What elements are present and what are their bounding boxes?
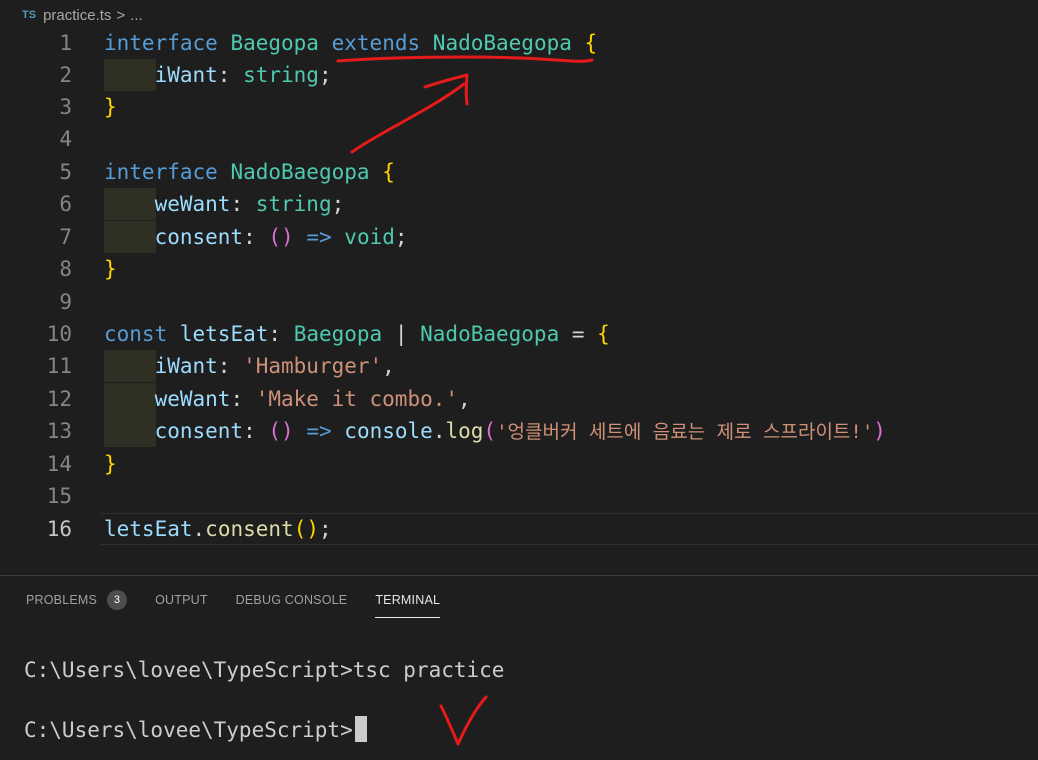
code-line[interactable]: 10 const letsEat: Baegopa | NadoBaegopa … bbox=[0, 318, 1038, 350]
code-line[interactable]: 8 } bbox=[0, 253, 1038, 285]
code-line[interactable]: 1 interface Baegopa extends NadoBaegopa … bbox=[0, 27, 1038, 59]
tab-problems[interactable]: PROBLEMS 3 bbox=[26, 590, 128, 618]
code-line[interactable]: 12 weWant: 'Make it combo.', bbox=[0, 383, 1038, 415]
code-editor[interactable]: 1 interface Baegopa extends NadoBaegopa … bbox=[0, 27, 1038, 549]
code-line[interactable]: 9 bbox=[0, 286, 1038, 318]
code-line[interactable]: 11 iWant: 'Hamburger', bbox=[0, 350, 1038, 382]
line-number: 12 bbox=[46, 387, 72, 411]
code-text: interface NadoBaegopa { bbox=[104, 160, 395, 184]
breadcrumb-symbol[interactable]: ... bbox=[130, 7, 143, 24]
terminal-prompt-line[interactable]: C:\Users\lovee\TypeScript> bbox=[24, 716, 367, 742]
line-number: 11 bbox=[46, 354, 72, 378]
line-number: 7 bbox=[59, 225, 72, 249]
code-line[interactable]: 2 iWant: string; bbox=[0, 59, 1038, 91]
problems-count-badge: 3 bbox=[107, 590, 128, 610]
code-text: weWant: string; bbox=[154, 192, 345, 216]
code-line[interactable]: 3 } bbox=[0, 91, 1038, 123]
code-text: interface Baegopa extends NadoBaegopa { bbox=[104, 31, 598, 55]
line-number: 16 bbox=[46, 517, 72, 541]
tab-label: DEBUG CONSOLE bbox=[235, 593, 348, 607]
line-number: 15 bbox=[46, 484, 72, 508]
code-text: iWant: string; bbox=[154, 63, 332, 87]
breadcrumb: TS practice.ts > ... bbox=[0, 0, 1038, 30]
line-number: 9 bbox=[59, 290, 72, 314]
bottom-panel: PROBLEMS 3 OUTPUT DEBUG CONSOLE TERMINAL… bbox=[0, 575, 1038, 760]
line-number: 8 bbox=[59, 257, 72, 281]
line-number: 5 bbox=[59, 160, 72, 184]
code-line-active[interactable]: 16 letsEat.consent(); bbox=[0, 513, 1038, 545]
code-text: consent: () => void; bbox=[154, 225, 408, 249]
panel-tabs: PROBLEMS 3 OUTPUT DEBUG CONSOLE TERMINAL bbox=[26, 590, 468, 618]
tab-debug-console[interactable]: DEBUG CONSOLE bbox=[236, 590, 348, 618]
line-number: 1 bbox=[59, 31, 72, 55]
code-line[interactable]: 15 bbox=[0, 480, 1038, 512]
tab-label: TERMINAL bbox=[375, 592, 441, 607]
code-text: consent: () => console.log('엉클버커 세트에 음료는… bbox=[154, 419, 886, 443]
code-text: } bbox=[104, 95, 117, 119]
chevron-right-icon: > bbox=[116, 6, 126, 24]
code-line[interactable]: 5 interface NadoBaegopa { bbox=[0, 156, 1038, 188]
code-line[interactable]: 6 weWant: string; bbox=[0, 188, 1038, 220]
code-line[interactable]: 4 bbox=[0, 123, 1038, 155]
terminal-cursor bbox=[354, 716, 367, 742]
code-text: iWant: 'Hamburger', bbox=[154, 354, 395, 378]
line-number: 10 bbox=[46, 322, 72, 346]
line-number: 14 bbox=[46, 452, 72, 476]
terminal-line: C:\Users\lovee\TypeScript>tsc practice bbox=[24, 658, 505, 682]
tab-label: OUTPUT bbox=[155, 593, 208, 607]
breadcrumb-file[interactable]: practice.ts bbox=[43, 7, 111, 24]
line-number: 4 bbox=[59, 127, 72, 151]
typescript-file-icon: TS bbox=[22, 9, 37, 21]
tab-terminal[interactable]: TERMINAL bbox=[375, 590, 441, 618]
code-text: } bbox=[104, 257, 117, 281]
code-text: weWant: 'Make it combo.', bbox=[154, 387, 471, 411]
code-line[interactable]: 14 } bbox=[0, 448, 1038, 480]
code-text: } bbox=[104, 452, 117, 476]
terminal-prompt: C:\Users\lovee\TypeScript> bbox=[24, 718, 353, 742]
code-text: const letsEat: Baegopa | NadoBaegopa = { bbox=[104, 322, 610, 346]
line-number: 3 bbox=[59, 95, 72, 119]
line-number: 6 bbox=[59, 192, 72, 216]
tab-output[interactable]: OUTPUT bbox=[155, 590, 208, 618]
code-line[interactable]: 13 consent: () => console.log('엉클버커 세트에 … bbox=[0, 415, 1038, 447]
code-line[interactable]: 7 consent: () => void; bbox=[0, 221, 1038, 253]
line-number: 2 bbox=[59, 63, 72, 87]
line-number: 13 bbox=[46, 419, 72, 443]
tab-label: PROBLEMS bbox=[26, 593, 98, 607]
code-text: letsEat.consent(); bbox=[104, 517, 332, 541]
